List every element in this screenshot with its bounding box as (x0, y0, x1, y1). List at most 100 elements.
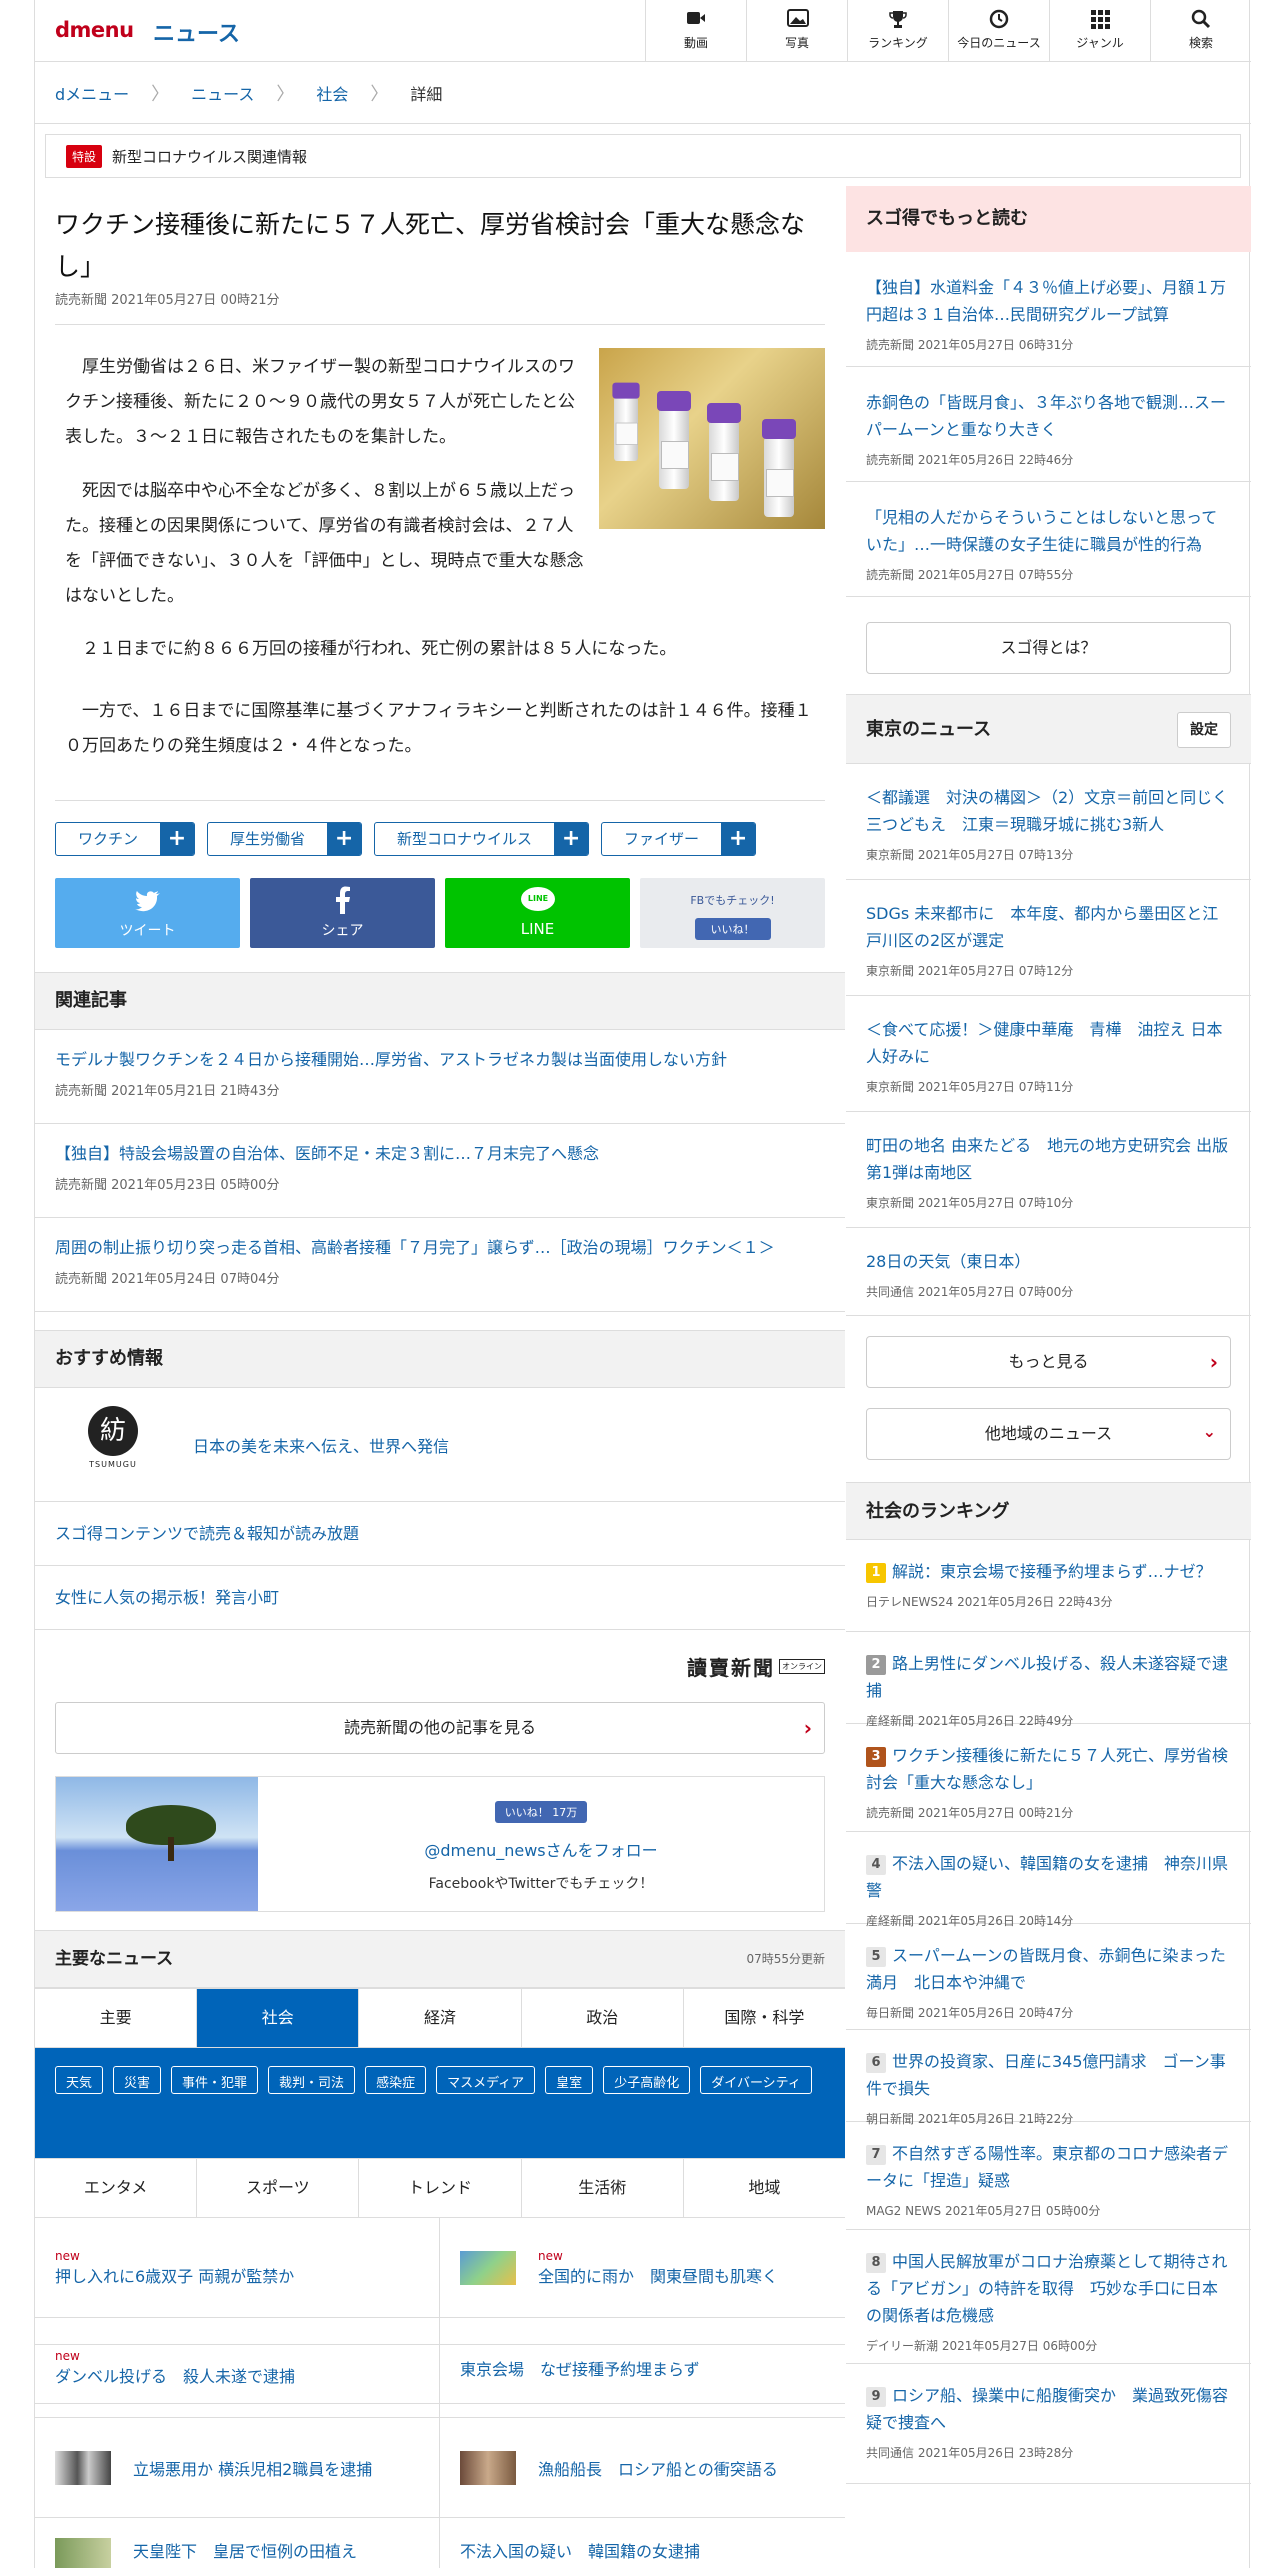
nav-today[interactable]: 今日のニュース (948, 0, 1049, 62)
fb-like-button[interactable]: いいね！ (694, 918, 771, 940)
tokyo-item[interactable]: ＜食べて応援！＞健康中華庵 青樺 油控え 日本人好みに 東京新聞 2021年05月… (846, 996, 1251, 1112)
nav-search[interactable]: 検索 (1150, 0, 1251, 62)
side-item-meta: 東京新聞 2021年05月27日 07時12分 (866, 964, 1074, 978)
tokyo-more-button[interactable]: もっと見る › (866, 1336, 1231, 1388)
special-text: 新型コロナウイルス関連情報 (112, 147, 308, 166)
ranking-item[interactable]: 5 スーパームーンの皆既月食、赤銅色に染まった満月 北日本や沖縄で 毎日新聞 202… (846, 1924, 1251, 2030)
plus-icon[interactable]: + (327, 823, 362, 855)
ranking-item[interactable]: 9 ロシア船、操業中に船腹衝突か 業過致死傷容疑で捜査へ 共同通信 2021年05月… (846, 2364, 1251, 2484)
recommend-item[interactable]: 紡 TSUMUGU 日本の美を未来へ伝え、世界へ発信 (35, 1388, 845, 1502)
news-item[interactable]: 立場悪用か 横浜児相2職員を逮捕 (35, 2418, 440, 2518)
breadcrumb-society[interactable]: 社会 (316, 81, 348, 105)
sugotoku-item[interactable]: 【独自】水道料金「４３％値上げ必要」、月額１万円超は３１自治体…民間研究グループ… (846, 252, 1251, 367)
nav-ranking[interactable]: ランキング (847, 0, 948, 62)
news-item[interactable]: new 押し入れに6歳双子 両親が監禁か (35, 2218, 440, 2318)
dmenu-logo[interactable]: dmenu (55, 18, 134, 42)
related-item[interactable]: 【独自】特設会場設置の自治体、医師不足・未定３割に…７月末完了へ懸念 読売新聞 2… (35, 1124, 845, 1218)
other-region-button[interactable]: 他地域のニュース ⌄ (866, 1408, 1231, 1460)
follow-link[interactable]: @dmenu_newsさんをフォロー (258, 1837, 824, 1861)
line-share-label: LINE (520, 920, 555, 938)
tokyo-item[interactable]: 28日の天気（東日本） 共同通信 2021年05月27日 07時00分 (846, 1228, 1251, 1316)
facebook-share-button[interactable]: シェア (250, 878, 435, 948)
ranking-item[interactable]: 7 不自然すぎる陽性率。東京都のコロナ感染者データに「捏造」疑惑 MAG2 NEWS… (846, 2122, 1251, 2230)
recommend-item[interactable]: スゴ得コンテンツで読売＆報知が読み放題 (35, 1502, 845, 1566)
tab-society[interactable]: 社会 (197, 1989, 360, 2047)
subcat-diversity[interactable]: ダイバーシティ (700, 2066, 812, 2094)
subcat-disaster[interactable]: 災害 (113, 2066, 162, 2094)
tokyo-item[interactable]: ＜都議選 対決の構図＞（2）文京＝前回と同じく三つどもえ 江東＝現職牙城に挑む3… (846, 764, 1251, 880)
subcat-infection[interactable]: 感染症 (365, 2066, 427, 2094)
fb-like-count-button[interactable]: いいね！ 17万 (494, 1801, 588, 1823)
ranking-item[interactable]: 2 路上男性にダンベル投げる、殺人未遂容疑で逮捕 産経新聞 2021年05月26日 … (846, 1632, 1251, 1728)
breadcrumb-news[interactable]: ニュース (191, 81, 254, 105)
tab-trend[interactable]: トレンド (359, 2159, 522, 2217)
article-photo[interactable] (599, 348, 825, 529)
tag-mhlw[interactable]: 厚生労働省 + (207, 822, 363, 856)
tab-main[interactable]: 主要 (35, 1989, 198, 2047)
sugotoku-item[interactable]: 「児相の人だからそういうことはしないと思っていた」…一時保護の女子生徒に職員が性… (846, 482, 1251, 597)
special-banner[interactable]: 特設 新型コロナウイルス関連情報 (45, 134, 1241, 178)
tag-pfizer[interactable]: ファイザー + (601, 822, 757, 856)
ranking-item[interactable]: 1 解説：東京会場で接種予約埋まらず…ナゼ？ 日テレNEWS24 2021年05月2… (846, 1540, 1251, 1632)
tab-sports[interactable]: スポーツ (197, 2159, 360, 2217)
tokyo-item[interactable]: 町田の地名 由来たどる 地元の地方史研究会 出版 第1弾は南地区 東京新聞 202… (846, 1112, 1251, 1228)
news-item[interactable]: 東京会場 なぜ接種予約埋まらず (440, 2318, 845, 2418)
line-icon: LINE (521, 887, 555, 911)
yomiuri-logo-text: 讀賣新聞 (687, 1656, 775, 1680)
ranking-title-text: 路上男性にダンベル投げる、殺人未遂容疑で逮捕 (866, 1654, 1229, 1700)
plus-icon[interactable]: + (160, 823, 195, 855)
news-brand[interactable]: ニュース (153, 16, 240, 48)
subcat-justice[interactable]: 裁判・司法 (268, 2066, 356, 2094)
related-item[interactable]: 周囲の制止振り切り突っ走る首相、高齢者接種「７月完了」譲らず…［政治の現場］ワク… (35, 1218, 845, 1312)
subcat-media[interactable]: マスメディア (436, 2066, 536, 2094)
facebook-share-label: シェア (321, 923, 364, 939)
nav-photo[interactable]: 写真 (746, 0, 847, 62)
subcat-aging[interactable]: 少子高齢化 (603, 2066, 691, 2094)
news-item[interactable]: 漁船船長 ロシア船との衝突語る (440, 2418, 845, 2518)
fb-check-label: FBでもチェック! (690, 894, 775, 907)
sugotoku-about-button[interactable]: スゴ得とは？ (866, 622, 1231, 674)
subcat-crime[interactable]: 事件・犯罪 (171, 2066, 259, 2094)
tab-international[interactable]: 国際・科学 (684, 1989, 845, 2047)
tab-lifestyle[interactable]: 生活術 (522, 2159, 684, 2217)
news-item[interactable]: new ダンベル投げる 殺人未遂で逮捕 (35, 2318, 440, 2418)
news-item[interactable]: new 全国的に雨か 関東昼間も肌寒く (440, 2218, 845, 2318)
plus-icon[interactable]: + (721, 823, 756, 855)
tab-entertainment[interactable]: エンタメ (35, 2159, 198, 2217)
subcat-weather[interactable]: 天気 (55, 2066, 104, 2094)
ranking-item[interactable]: 3 ワクチン接種後に新たに５７人死亡、厚労省検討会「重大な懸念なし」 読売新聞 20… (846, 1724, 1251, 1832)
ranking-item[interactable]: 4 不法入国の疑い、韓国籍の女を逮捕 神奈川県警 産経新聞 2021年05月26日 … (846, 1832, 1251, 1928)
recommend-item[interactable]: 女性に人気の掲示板！発言小町 (35, 1566, 845, 1630)
ranking-item[interactable]: 6 世界の投資家、日産に345億円請求 ゴーン事件で損失 朝日新聞 2021年05月… (846, 2030, 1251, 2126)
related-item[interactable]: モデルナ製ワクチンを２４日から接種開始…厚労省、アストラゼネカ製は当面使用しない… (35, 1030, 845, 1124)
sugotoku-item[interactable]: 赤銅色の「皆既月食」、３年ぶり各地で観測…スーパームーンと重なり大きく 読売新聞 … (846, 367, 1251, 482)
line-share-button[interactable]: LINE LINE (445, 878, 630, 948)
side-item-title: 28日の天気（東日本） (866, 1252, 1031, 1271)
nav-genre[interactable]: ジャンル (1049, 0, 1150, 62)
rank-badge: 2 (866, 1655, 886, 1675)
tab-politics[interactable]: 政治 (522, 1989, 684, 2047)
plus-icon[interactable]: + (554, 823, 589, 855)
yomiuri-more-button[interactable]: 読売新聞の他の記事を見る › (55, 1702, 825, 1754)
tab-economy[interactable]: 経済 (359, 1989, 522, 2047)
subcat-imperial[interactable]: 皇室 (545, 2066, 594, 2094)
other-region-label: 他地域のニュース (984, 1424, 1113, 1443)
twitter-share-button[interactable]: ツイート (55, 878, 240, 948)
yomiuri-online-badge: オンライン (779, 1659, 825, 1674)
side-item-meta: MAG2 NEWS 2021年05月27日 05時00分 (866, 2204, 1101, 2218)
nav-video[interactable]: 動画 (645, 0, 746, 62)
tag-covid[interactable]: 新型コロナウイルス + (374, 822, 590, 856)
ranking-item[interactable]: 8 中国人民解放軍がコロナ治療薬として期待される「アビガン」の特許を取得 巧妙な手… (846, 2230, 1251, 2364)
tokyo-settings-button[interactable]: 設定 (1177, 712, 1231, 748)
tokyo-item[interactable]: SDGs 未来都市に 本年度、都内から墨田区と江戸川区の2区が選定 東京新聞 20… (846, 880, 1251, 996)
more-label: 読売新聞の他の記事を見る (343, 1718, 536, 1737)
tag-vaccine[interactable]: ワクチン + (55, 822, 196, 856)
tab-region[interactable]: 地域 (684, 2159, 845, 2217)
news-item[interactable]: 天皇陛下 皇居で恒例の田植え (35, 2518, 440, 2568)
related-heading: 関連記事 (35, 972, 845, 1030)
follow-box: いいね！ 17万 @dmenu_newsさんをフォロー FacebookやTwi… (55, 1776, 825, 1912)
breadcrumb-dmenu[interactable]: dメニュー (55, 81, 129, 105)
ranking-title-text: 不法入国の疑い、韓国籍の女を逮捕 神奈川県警 (866, 1854, 1229, 1900)
ranking-title: 7 不自然すぎる陽性率。東京都のコロナ感染者データに「捏造」疑惑 (866, 2140, 1231, 2194)
news-item[interactable]: 不法入国の疑い 韓国籍の女逮捕 (440, 2518, 845, 2568)
